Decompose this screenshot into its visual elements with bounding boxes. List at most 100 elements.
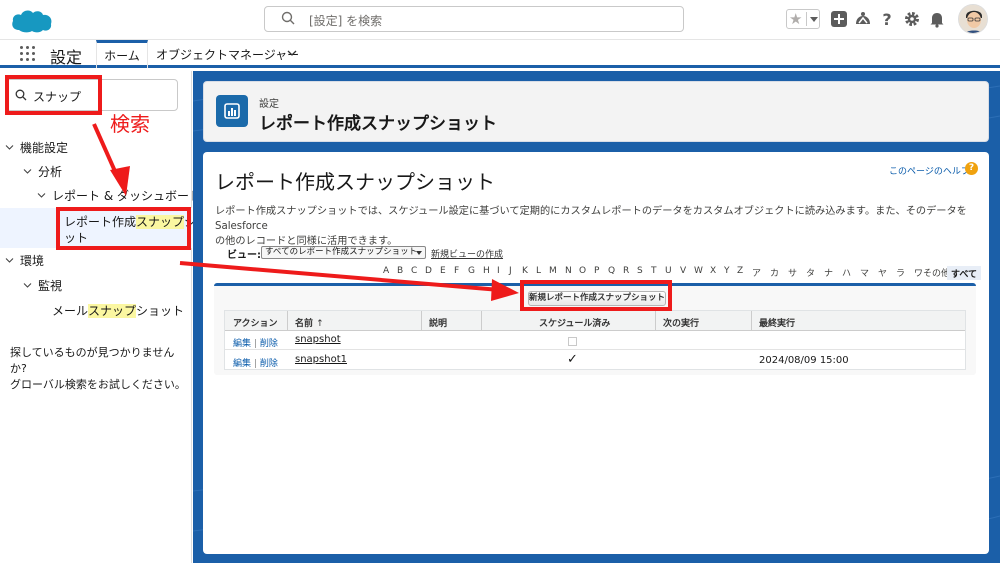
alpha-filter-q[interactable]: Q [608,266,615,276]
tree-item-feature-settings[interactable]: 機能設定 [20,139,68,156]
tree-item-monitoring[interactable]: 監視 [38,277,62,294]
alpha-filter-ta[interactable]: タ [806,266,815,279]
alpha-filter-k[interactable]: K [522,266,528,276]
chevron-down-icon[interactable] [23,167,32,176]
alpha-filter-h[interactable]: H [483,266,490,276]
snapshot-name-link[interactable]: snapshot [295,334,341,345]
tab-home[interactable]: ホーム [96,40,148,68]
setup-gear-icon[interactable] [903,10,921,28]
alpha-filter-v[interactable]: V [680,266,686,276]
add-icon[interactable] [830,10,848,28]
view-label: ビュー: [227,250,261,261]
alpha-filter-na[interactable]: ナ [824,266,833,279]
svg-text:?: ? [882,10,891,28]
tree-item-email-snapshots[interactable]: メールスナップショット [52,302,184,319]
annotation-box-tree-item [56,207,191,250]
chevron-down-icon[interactable] [5,256,14,265]
annotation-box-quick-find [5,75,102,115]
alpha-filter-o[interactable]: O [579,266,586,276]
alpha-filter-ma[interactable]: マ [860,266,869,279]
tree-item-reports-dashboards[interactable]: レポート & ダッシュボード [52,187,201,204]
user-avatar[interactable] [958,4,988,34]
last-run-value: 2024/08/09 15:00 [759,355,849,366]
edit-link[interactable]: 編集 [233,359,251,369]
tree-item-analytics[interactable]: 分析 [38,163,62,180]
alphabet-filter: A B C D E F G H I J K L M N O P Q R S T … [373,265,983,280]
app-launcher-icon[interactable] [20,46,36,62]
page-header: 設定 レポート作成スナップショット [203,81,989,142]
alpha-filter-y[interactable]: Y [724,266,730,276]
alpha-filter-t[interactable]: T [651,266,657,276]
alpha-filter-m[interactable]: M [549,266,557,276]
alpha-filter-p[interactable]: P [594,266,599,276]
alpha-filter-d[interactable]: D [425,266,432,276]
help-link[interactable]: このページのヘルプ [889,164,970,177]
tab-object-manager[interactable]: オブジェクトマネージャー [156,46,299,63]
alpha-filter-i[interactable]: I [497,266,500,276]
alpha-filter-u[interactable]: U [665,266,672,276]
snapshot-name-link[interactable]: snapshot1 [295,354,347,365]
alpha-filter-a-kana[interactable]: ア [752,266,761,279]
edit-link[interactable]: 編集 [233,339,251,349]
chevron-down-icon[interactable] [287,48,297,58]
alpha-filter-c[interactable]: C [411,266,417,276]
alpha-filter-j[interactable]: J [509,266,512,276]
delete-link[interactable]: 削除 [260,359,278,369]
global-header: [設定] を検索 ★ ? [0,0,1000,40]
alpha-filter-ka[interactable]: カ [770,266,779,279]
annotation-box-new-button [520,280,672,311]
report-chart-icon [216,95,248,127]
alpha-filter-a[interactable]: A [383,266,389,276]
help-circle-icon[interactable]: ? [965,162,978,175]
snapshot-table: アクション 名前 ↑ 説明 スケジュール済み 次の実行 最終実行 編集 | 削除… [224,310,966,370]
search-icon [281,11,295,25]
col-header-description: 説明 [429,319,448,329]
favorites-star-icon: ★ [789,10,803,28]
view-select[interactable]: すべてのレポート作成スナップショット [261,246,426,259]
alpha-filter-sa[interactable]: サ [788,266,797,279]
alpha-filter-g[interactable]: G [468,266,475,276]
favorites-dropdown-icon[interactable] [806,12,819,26]
alpha-filter-wa[interactable]: ワ [914,266,923,279]
alpha-filter-e[interactable]: E [440,266,446,276]
main-area: 設定 レポート作成スナップショット レポート作成スナップショット このページのヘ… [193,71,1000,563]
alpha-filter-b[interactable]: B [397,266,403,276]
delete-link[interactable]: 削除 [260,339,278,349]
setup-sidebar: スナップ 機能設定 分析 レポート & ダッシュボード レポート作成スナップショ… [0,71,208,563]
tree-item-environments[interactable]: 環境 [20,252,44,269]
alpha-filter-l[interactable]: L [536,266,541,276]
trailhead-icon[interactable] [854,10,872,28]
alpha-filter-f[interactable]: F [454,266,459,276]
global-search-input[interactable]: [設定] を検索 [264,6,684,32]
notifications-bell-icon[interactable] [928,10,946,28]
alpha-filter-other[interactable]: その他 [923,266,950,279]
scheduled-check-icon: ✓ [567,352,578,367]
alpha-filter-all[interactable]: すべて [947,266,982,280]
favorites-button[interactable]: ★ [786,9,820,29]
col-header-name[interactable]: 名前 ↑ [295,311,324,331]
alpha-filter-ra[interactable]: ラ [896,266,905,279]
alpha-filter-w[interactable]: W [694,266,703,276]
alpha-filter-s[interactable]: S [637,266,643,276]
alpha-filter-ya[interactable]: ヤ [878,266,887,279]
help-icon[interactable]: ? [878,10,896,28]
alpha-filter-x[interactable]: X [710,266,716,276]
not-found-hint: 探しているものが見つかりませんか? グローバル検索をお試しください。 [10,346,186,391]
page-title: レポート作成スナップショット [215,170,495,194]
salesforce-logo-icon[interactable] [10,6,54,36]
app-name: 設定 [50,48,83,67]
alpha-filter-z[interactable]: Z [737,266,743,276]
chevron-down-icon[interactable] [37,191,46,200]
create-view-link[interactable]: 新規ビューの作成 [431,247,503,260]
alpha-filter-n[interactable]: N [565,266,572,276]
content-panel: レポート作成スナップショット このページのヘルプ ? レポート作成スナップショッ… [203,152,989,554]
breadcrumb[interactable]: 設定 [259,95,279,110]
chevron-down-icon[interactable] [5,143,14,152]
chevron-down-icon[interactable] [23,281,32,290]
alpha-filter-ha[interactable]: ハ [842,266,851,279]
col-header-last-run: 最終実行 [759,319,796,329]
alpha-filter-r[interactable]: R [623,266,629,276]
scheduled-checkbox [568,337,577,346]
annotation-label: 検索 [110,112,150,136]
search-placeholder: [設定] を検索 [309,14,383,28]
